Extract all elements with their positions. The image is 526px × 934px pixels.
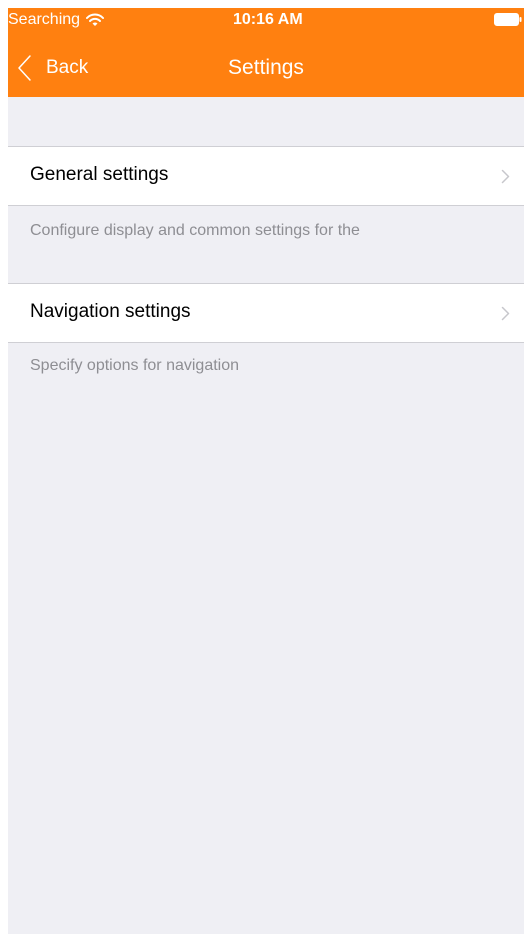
status-time: 10:16 AM bbox=[233, 11, 303, 28]
wifi-icon bbox=[86, 13, 105, 26]
navigation-settings-footer: Specify options for navigation bbox=[30, 357, 240, 374]
navigation-settings-label: Navigation settings bbox=[30, 301, 191, 322]
carrier-status: Searching bbox=[8, 11, 105, 29]
chevron-right-icon bbox=[501, 306, 510, 321]
settings-screen: Searching 10:16 AM Back Settings General… bbox=[8, 8, 524, 934]
carrier-label: Searching bbox=[8, 11, 81, 28]
general-settings-row[interactable]: General settings bbox=[8, 146, 524, 206]
navigation-bar: Back Settings bbox=[8, 30, 524, 97]
general-settings-footer: Configure display and common settings fo… bbox=[30, 222, 360, 239]
top-bar: Searching 10:16 AM Back Settings bbox=[8, 8, 524, 97]
status-bar: Searching 10:16 AM bbox=[8, 8, 524, 30]
page-title: Settings bbox=[228, 56, 304, 79]
navigation-settings-row[interactable]: Navigation settings bbox=[8, 283, 524, 343]
battery-icon bbox=[494, 13, 522, 26]
chevron-right-icon bbox=[501, 169, 510, 184]
general-settings-label: General settings bbox=[30, 164, 169, 185]
